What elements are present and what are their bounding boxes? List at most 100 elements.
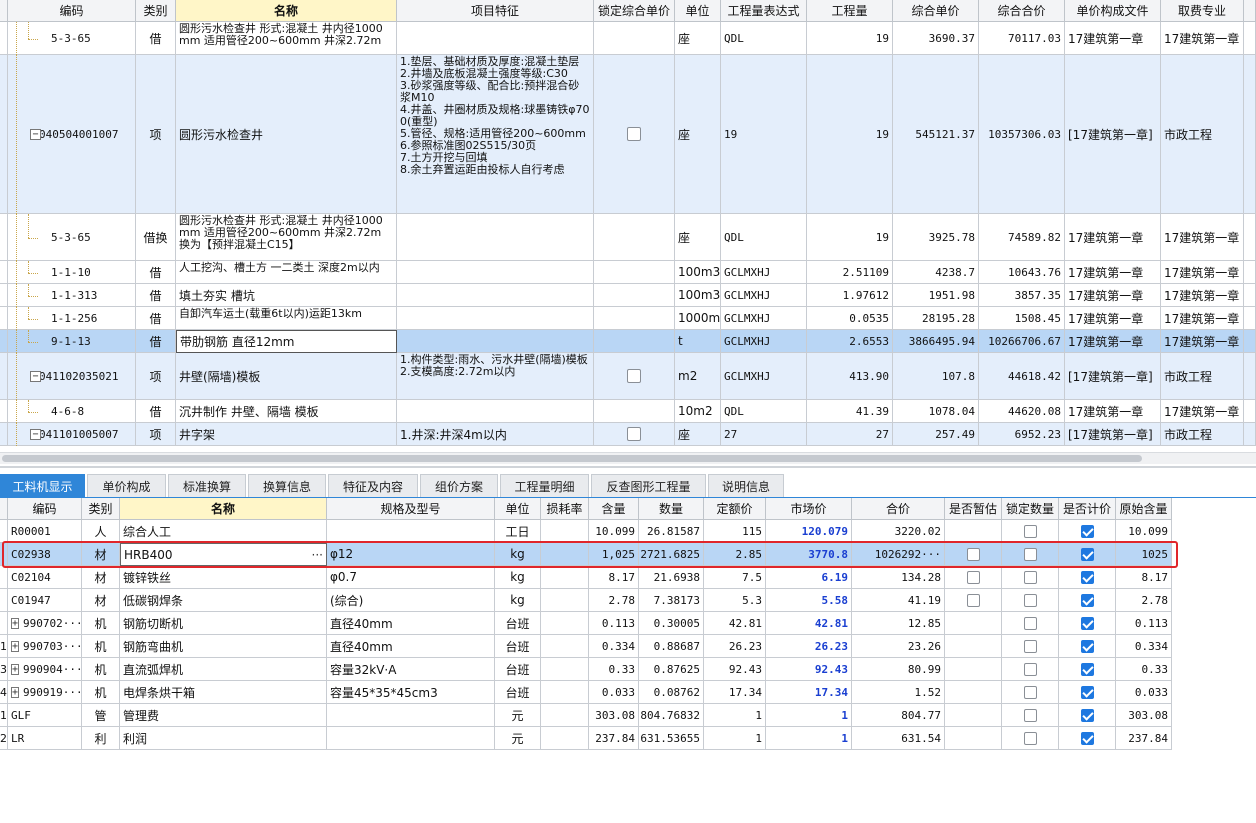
top-col-header[interactable]: 名称 (176, 0, 397, 22)
bottom-est-cell[interactable] (945, 704, 1002, 727)
bottom-est-cell[interactable] (945, 635, 1002, 658)
bottom-priced-cell[interactable] (1059, 704, 1116, 727)
minus-box-icon[interactable]: − (30, 371, 41, 382)
lockq-checkbox[interactable] (1023, 616, 1037, 630)
lock-price-checkbox[interactable] (627, 127, 641, 141)
bottom-priced-cell[interactable] (1059, 566, 1116, 589)
tab-3[interactable]: 换算信息 (248, 474, 326, 498)
top-lock-cell[interactable] (594, 307, 675, 330)
top-col-header[interactable]: 锁定综合单价 (594, 0, 675, 22)
top-col-header[interactable]: 综合单价 (893, 0, 979, 22)
priced-checkbox[interactable] (1080, 616, 1094, 630)
bottom-col-header[interactable]: 损耗率 (541, 498, 589, 520)
top-col-header[interactable]: 工程量 (807, 0, 893, 22)
top-lock-cell[interactable] (594, 22, 675, 55)
top-qty-cell[interactable]: 2.6553 (807, 330, 893, 353)
top-col-header[interactable]: 项目特征 (397, 0, 594, 22)
tab-7[interactable]: 反查图形工程量 (591, 474, 706, 498)
bottom-market-cell[interactable]: 6.19 (766, 566, 852, 589)
priced-checkbox[interactable] (1080, 685, 1094, 699)
tab-0[interactable]: 工料机显示 (0, 474, 85, 498)
tab-6[interactable]: 工程量明细 (500, 474, 589, 498)
lock-price-checkbox[interactable] (627, 427, 641, 441)
bottom-lockq-cell[interactable] (1002, 566, 1059, 589)
est-checkbox[interactable] (966, 570, 980, 584)
bottom-market-cell[interactable]: 26.23 (766, 635, 852, 658)
plus-box-icon[interactable]: + (11, 663, 20, 675)
bottom-lockq-cell[interactable] (1002, 658, 1059, 681)
lockq-checkbox[interactable] (1023, 570, 1037, 584)
priced-checkbox[interactable] (1080, 731, 1094, 745)
priced-checkbox[interactable] (1080, 570, 1094, 584)
bottom-col-header[interactable]: 规格及型号 (327, 498, 495, 520)
plus-box-icon[interactable]: + (11, 640, 20, 652)
top-col-header[interactable]: 综合合价 (979, 0, 1065, 22)
bottom-col-header[interactable]: 合价 (852, 498, 945, 520)
top-col-header[interactable]: 类别 (136, 0, 176, 22)
top-expr-cell[interactable]: 27 (721, 423, 807, 446)
bottom-lockq-cell[interactable] (1002, 681, 1059, 704)
bottom-market-cell[interactable]: 120.079 (766, 520, 852, 543)
est-checkbox[interactable] (966, 593, 980, 607)
bottom-lockq-cell[interactable] (1002, 704, 1059, 727)
bottom-name-cell[interactable]: 低碳钢焊条 (120, 589, 327, 612)
top-name-cell[interactable]: 自卸汽车运土(载重6t以内)运距13km (176, 307, 397, 330)
tab-5[interactable]: 组价方案 (420, 474, 498, 498)
top-name-cell[interactable]: 井字架 (176, 423, 397, 446)
bottom-market-cell[interactable]: 42.81 (766, 612, 852, 635)
top-expr-cell[interactable]: GCLMXHJ (721, 284, 807, 307)
bottom-col-header[interactable]: 名称 (120, 498, 327, 520)
bottom-est-cell[interactable] (945, 520, 1002, 543)
top-qty-cell[interactable]: 19 (807, 214, 893, 261)
top-qty-cell[interactable]: 19 (807, 55, 893, 214)
top-qty-cell[interactable]: 2.51109 (807, 261, 893, 284)
bottom-lockq-cell[interactable] (1002, 727, 1059, 750)
top-expr-cell[interactable]: QDL (721, 214, 807, 261)
top-qty-cell[interactable]: 0.0535 (807, 307, 893, 330)
top-expr-cell[interactable]: GCLMXHJ (721, 353, 807, 400)
tab-2[interactable]: 标准换算 (168, 474, 246, 498)
top-lock-cell[interactable] (594, 55, 675, 214)
bottom-priced-cell[interactable] (1059, 658, 1116, 681)
bottom-market-cell[interactable]: 5.58 (766, 589, 852, 612)
lockq-checkbox[interactable] (1023, 731, 1037, 745)
top-expr-cell[interactable]: GCLMXHJ (721, 261, 807, 284)
bottom-market-cell[interactable]: 17.34 (766, 681, 852, 704)
top-name-cell[interactable]: 带肋钢筋 直径12mm (176, 330, 397, 353)
bottom-priced-cell[interactable] (1059, 589, 1116, 612)
top-name-cell[interactable]: 圆形污水检查井 形式:混凝土 井内径1000mm 适用管径200~600mm 井… (176, 22, 397, 55)
bottom-col-header[interactable]: 锁定数量 (1002, 498, 1059, 520)
top-qty-cell[interactable]: 19 (807, 22, 893, 55)
top-qty-cell[interactable]: 413.90 (807, 353, 893, 400)
top-lock-cell[interactable] (594, 214, 675, 261)
bottom-priced-cell[interactable] (1059, 681, 1116, 704)
top-col-header[interactable]: 编码 (8, 0, 136, 22)
plus-box-icon[interactable]: + (11, 617, 20, 629)
minus-box-icon[interactable]: − (30, 429, 41, 440)
top-expr-cell[interactable]: GCLMXHJ (721, 307, 807, 330)
top-qty-cell[interactable]: 1.97612 (807, 284, 893, 307)
tab-1[interactable]: 单价构成 (87, 474, 166, 498)
bottom-col-header[interactable]: 是否暂估 (945, 498, 1002, 520)
bottom-name-cell[interactable]: 直流弧焊机 (120, 658, 327, 681)
scrollbar-thumb[interactable] (2, 455, 1142, 462)
lockq-checkbox[interactable] (1023, 708, 1037, 722)
priced-checkbox[interactable] (1080, 593, 1094, 607)
lockq-checkbox[interactable] (1023, 593, 1037, 607)
priced-checkbox[interactable] (1080, 708, 1094, 722)
bottom-col-header[interactable]: 原始含量 (1116, 498, 1172, 520)
lockq-checkbox[interactable] (1023, 524, 1037, 538)
bottom-priced-cell[interactable] (1059, 635, 1116, 658)
panel-divider[interactable] (0, 466, 1256, 468)
top-name-cell[interactable]: 圆形污水检查井 (176, 55, 397, 214)
lockq-checkbox[interactable] (1023, 685, 1037, 699)
bottom-name-cell[interactable]: 钢筋弯曲机 (120, 635, 327, 658)
top-name-cell[interactable]: 井壁(隔墙)模板 (176, 353, 397, 400)
top-expr-cell[interactable]: GCLMXHJ (721, 330, 807, 353)
bottom-col-header[interactable]: 含量 (589, 498, 639, 520)
lockq-checkbox[interactable] (1023, 639, 1037, 653)
top-name-cell[interactable]: 人工挖沟、槽土方 一二类土 深度2m以内 (176, 261, 397, 284)
bottom-market-cell[interactable]: 92.43 (766, 658, 852, 681)
bottom-col-header[interactable]: 数量 (639, 498, 704, 520)
top-col-header[interactable]: 单价构成文件 (1065, 0, 1161, 22)
